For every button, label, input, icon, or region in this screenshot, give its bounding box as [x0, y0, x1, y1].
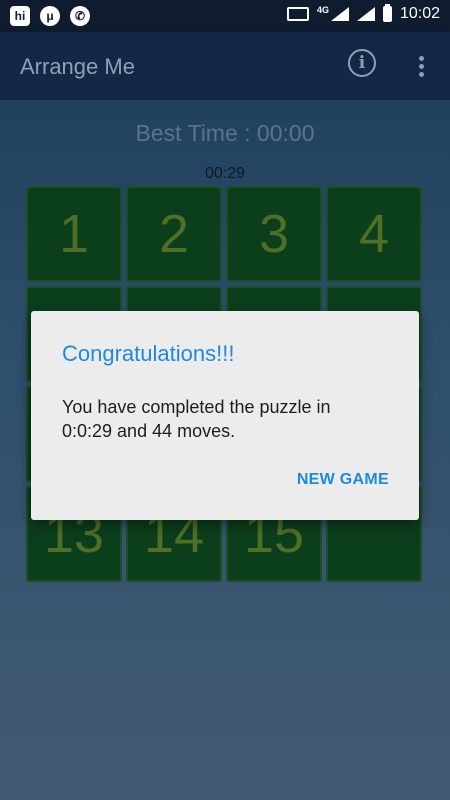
dialog-message: You have completed the puzzle in 0:0:29 … — [62, 397, 331, 441]
dialog-overlay: Congratulations!!! You have completed th… — [0, 0, 450, 800]
dialog-title: Congratulations!!! — [62, 341, 235, 366]
new-game-button[interactable]: NEW GAME — [297, 471, 389, 489]
congrats-dialog: Congratulations!!! You have completed th… — [31, 311, 419, 520]
